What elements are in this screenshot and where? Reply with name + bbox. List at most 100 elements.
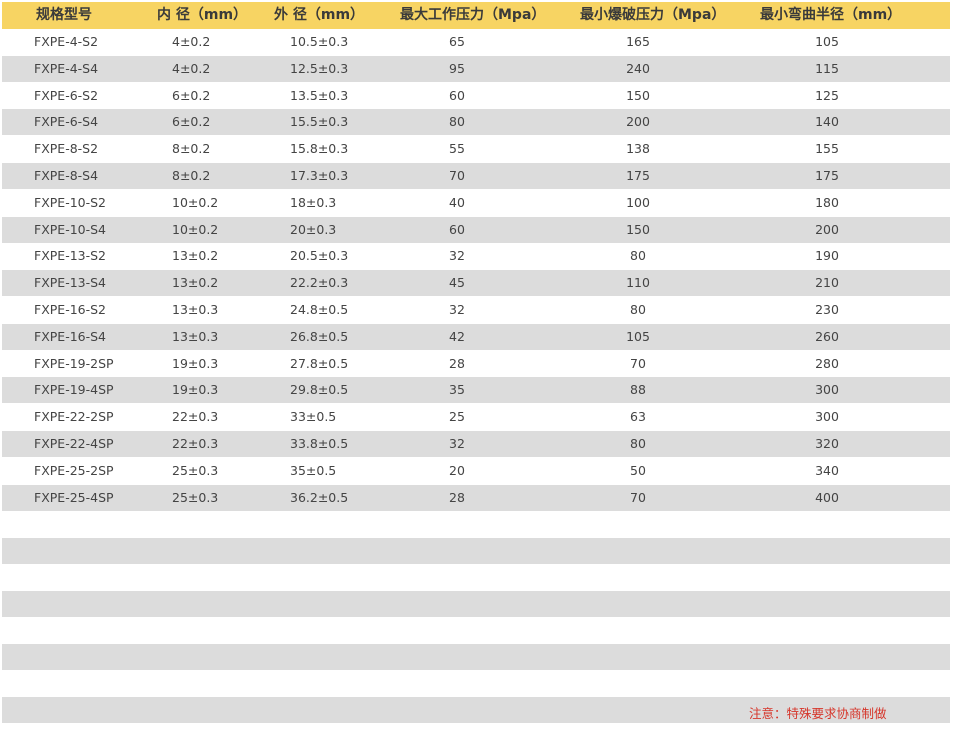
cell-max-working-pressure: 35 bbox=[449, 382, 465, 398]
cell-min-bend-radius: 190 bbox=[815, 248, 839, 264]
cell-max-working-pressure: 32 bbox=[449, 248, 465, 264]
cell-min-bend-radius: 280 bbox=[815, 355, 839, 371]
table-row: FXPE-4-S4 4±0.2 12.5±0.3 95 240 115 bbox=[2, 55, 950, 82]
cell-inner-diameter: 6±0.2 bbox=[172, 87, 211, 103]
cell-max-working-pressure: 28 bbox=[449, 489, 465, 505]
cell-outer-diameter: 12.5±0.3 bbox=[290, 60, 349, 76]
header-model: 规格型号 bbox=[36, 7, 92, 23]
cell-inner-diameter: 22±0.3 bbox=[172, 436, 219, 451]
cell-model: FXPE-8-S2 bbox=[34, 141, 99, 157]
table-row: FXPE-4-S2 4±0.2 10.5±0.3 65 165 105 bbox=[2, 29, 950, 55]
cell-max-working-pressure: 42 bbox=[449, 328, 465, 344]
cell-outer-diameter: 22.2±0.3 bbox=[290, 275, 349, 291]
cell-min-burst-pressure: 70 bbox=[630, 355, 646, 371]
cell-inner-diameter: 4±0.2 bbox=[172, 34, 211, 49]
table-row: FXPE-6-S2 6±0.2 13.5±0.3 60 150 125 bbox=[2, 83, 950, 109]
cell-min-burst-pressure: 110 bbox=[626, 275, 650, 291]
cell-outer-diameter: 18±0.3 bbox=[290, 194, 337, 210]
cell-max-working-pressure: 65 bbox=[449, 34, 465, 49]
table-row: FXPE-13-S2 13±0.2 20.5±0.3 32 80 190 bbox=[2, 243, 950, 269]
cell-min-bend-radius: 300 bbox=[815, 409, 839, 425]
table-row: FXPE-8-S2 8±0.2 15.8±0.3 55 138 155 bbox=[2, 136, 950, 162]
cell-outer-diameter: 36.2±0.5 bbox=[290, 489, 349, 505]
cell-model: FXPE-13-S2 bbox=[34, 248, 107, 264]
cell-outer-diameter: 17.3±0.3 bbox=[290, 168, 349, 183]
cell-min-burst-pressure: 138 bbox=[626, 141, 650, 157]
cell-min-bend-radius: 200 bbox=[815, 221, 839, 237]
cell-min-burst-pressure: 240 bbox=[626, 60, 650, 76]
cell-min-bend-radius: 155 bbox=[815, 141, 839, 157]
table-row: FXPE-22-2SP 22±0.3 33±0.5 25 63 300 bbox=[2, 404, 950, 430]
cell-max-working-pressure: 25 bbox=[449, 409, 465, 425]
cell-max-working-pressure: 70 bbox=[449, 168, 465, 183]
special-request-note: 注意：特殊要求协商制做 bbox=[749, 706, 887, 721]
cell-min-bend-radius: 105 bbox=[815, 34, 839, 49]
table-row: FXPE-25-4SP 25±0.3 36.2±0.5 28 70 400 bbox=[2, 484, 950, 511]
cell-min-bend-radius: 115 bbox=[815, 60, 839, 76]
cell-inner-diameter: 13±0.2 bbox=[172, 275, 219, 291]
cell-inner-diameter: 8±0.2 bbox=[172, 141, 211, 157]
cell-min-bend-radius: 175 bbox=[815, 168, 839, 183]
table-row: FXPE-10-S2 10±0.2 18±0.3 40 100 180 bbox=[2, 190, 950, 216]
cell-outer-diameter: 27.8±0.5 bbox=[290, 355, 349, 371]
empty-stripe bbox=[2, 591, 950, 617]
header-inner-diameter: 内 径（mm） bbox=[157, 7, 248, 23]
table-row: FXPE-25-2SP 25±0.3 35±0.5 20 50 340 bbox=[2, 458, 950, 484]
cell-max-working-pressure: 45 bbox=[449, 275, 465, 291]
cell-min-burst-pressure: 80 bbox=[630, 248, 646, 264]
cell-max-working-pressure: 95 bbox=[449, 60, 465, 76]
table-row: FXPE-16-S2 13±0.3 24.8±0.5 32 80 230 bbox=[2, 297, 950, 323]
cell-model: FXPE-8-S4 bbox=[34, 168, 99, 183]
cell-min-burst-pressure: 100 bbox=[626, 194, 650, 210]
cell-model: FXPE-19-2SP bbox=[34, 355, 114, 371]
cell-model: FXPE-16-S4 bbox=[34, 328, 107, 344]
cell-min-burst-pressure: 70 bbox=[630, 489, 646, 505]
cell-max-working-pressure: 32 bbox=[449, 436, 465, 451]
cell-model: FXPE-19-4SP bbox=[34, 382, 114, 398]
table-header: 规格型号 内 径（mm） 外 径（mm） 最大工作压力（Mpa） 最小爆破压力（… bbox=[2, 2, 950, 29]
cell-min-bend-radius: 260 bbox=[815, 328, 839, 344]
cell-inner-diameter: 13±0.3 bbox=[172, 302, 219, 317]
cell-min-bend-radius: 300 bbox=[815, 382, 839, 398]
header-min-burst-pressure: 最小爆破压力（Mpa） bbox=[580, 7, 726, 23]
cell-outer-diameter: 26.8±0.5 bbox=[290, 328, 349, 344]
cell-min-burst-pressure: 88 bbox=[630, 382, 646, 398]
cell-outer-diameter: 29.8±0.5 bbox=[290, 382, 349, 398]
cell-outer-diameter: 35±0.5 bbox=[290, 462, 337, 478]
cell-model: FXPE-25-2SP bbox=[34, 462, 114, 478]
cell-model: FXPE-25-4SP bbox=[34, 489, 114, 505]
cell-max-working-pressure: 28 bbox=[449, 355, 465, 371]
cell-outer-diameter: 20±0.3 bbox=[290, 221, 337, 237]
cell-min-burst-pressure: 63 bbox=[630, 409, 646, 425]
cell-outer-diameter: 10.5±0.3 bbox=[290, 34, 349, 49]
table-row: FXPE-19-2SP 19±0.3 27.8±0.5 28 70 280 bbox=[2, 351, 950, 377]
cell-outer-diameter: 33.8±0.5 bbox=[290, 436, 349, 451]
cell-model: FXPE-6-S2 bbox=[34, 87, 99, 103]
cell-max-working-pressure: 60 bbox=[449, 87, 465, 103]
cell-min-burst-pressure: 150 bbox=[626, 221, 650, 237]
empty-stripe bbox=[2, 644, 950, 670]
cell-min-bend-radius: 140 bbox=[815, 114, 839, 130]
cell-min-burst-pressure: 80 bbox=[630, 302, 646, 317]
table-row: FXPE-22-4SP 22±0.3 33.8±0.5 32 80 320 bbox=[2, 431, 950, 457]
header-min-bend-radius: 最小弯曲半径（mm） bbox=[760, 7, 902, 23]
cell-min-burst-pressure: 105 bbox=[626, 328, 650, 344]
cell-min-bend-radius: 230 bbox=[815, 302, 839, 317]
empty-stripe bbox=[2, 538, 950, 564]
table-row: FXPE-13-S4 13±0.2 22.2±0.3 45 110 210 bbox=[2, 270, 950, 297]
cell-outer-diameter: 13.5±0.3 bbox=[290, 87, 349, 103]
cell-min-bend-radius: 125 bbox=[815, 87, 839, 103]
cell-max-working-pressure: 20 bbox=[449, 462, 465, 478]
cell-model: FXPE-13-S4 bbox=[34, 275, 107, 291]
table-row: FXPE-16-S4 13±0.3 26.8±0.5 42 105 260 bbox=[2, 323, 950, 350]
cell-min-burst-pressure: 80 bbox=[630, 436, 646, 451]
header-max-working-pressure: 最大工作压力（Mpa） bbox=[400, 7, 546, 23]
cell-inner-diameter: 25±0.3 bbox=[172, 462, 219, 478]
cell-min-burst-pressure: 150 bbox=[626, 87, 650, 103]
cell-min-bend-radius: 180 bbox=[815, 194, 839, 210]
cell-inner-diameter: 19±0.3 bbox=[172, 382, 219, 398]
cell-outer-diameter: 20.5±0.3 bbox=[290, 248, 349, 264]
cell-min-burst-pressure: 50 bbox=[630, 462, 646, 478]
cell-model: FXPE-22-2SP bbox=[34, 409, 114, 425]
table-row: FXPE-10-S4 10±0.2 20±0.3 60 150 200 bbox=[2, 216, 950, 243]
